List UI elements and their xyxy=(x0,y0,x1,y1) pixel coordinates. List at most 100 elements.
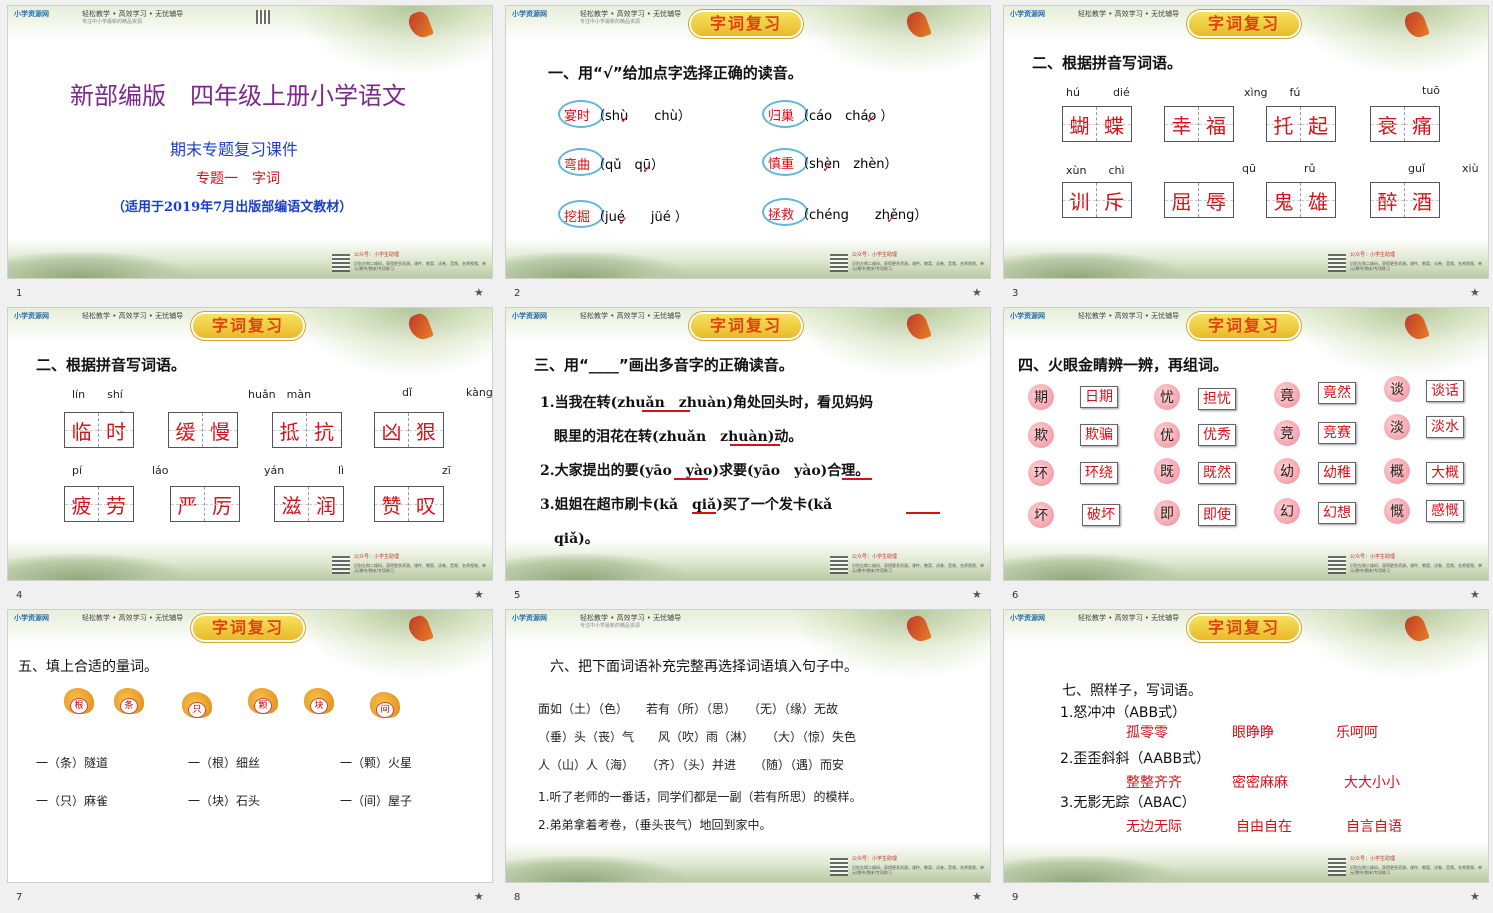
check-icon: ✓ xyxy=(618,214,629,228)
answer-cell: 狠 xyxy=(409,413,443,447)
measure-answer: 一（间）屋子 xyxy=(340,794,413,808)
word-box: 欺骗 xyxy=(1080,424,1118,446)
answer-cell: 慢 xyxy=(203,413,237,447)
char-ball: 忧 xyxy=(1154,384,1180,410)
footer-public-account: 公众号：小学生助理 xyxy=(354,252,400,258)
measure-tag: 块 xyxy=(310,698,328,714)
star-icon[interactable]: ★ xyxy=(474,890,484,903)
question-heading: 七、照样子，写词语。 xyxy=(1062,683,1202,699)
landscape-decoration xyxy=(506,252,686,278)
landscape-decoration xyxy=(1004,554,1184,580)
site-logo: 小学资源网 xyxy=(14,614,49,622)
word-box: 竞赛 xyxy=(1318,422,1356,444)
section-banner: 字词复习 xyxy=(193,314,303,338)
header-slogan: 轻松教学 • 高效学习 • 无忧辅导 xyxy=(1078,10,1180,18)
check-icon: ✓ xyxy=(620,112,631,126)
slide-number: 9 xyxy=(1012,892,1019,903)
bird-icon: 颗 xyxy=(248,688,278,714)
answer-cell: 临 xyxy=(65,413,99,447)
pinyin: xiù xyxy=(1462,162,1479,175)
tree-decoration xyxy=(1288,610,1488,680)
char-ball: 幻 xyxy=(1274,498,1300,524)
site-logo: 小学资源网 xyxy=(512,10,547,18)
pinyin: tuō xyxy=(1422,84,1441,97)
pinyin: xùn chì xyxy=(1066,164,1125,177)
header-sub: 专注中小学最新的精品资源 xyxy=(580,623,641,629)
star-icon[interactable]: ★ xyxy=(972,890,982,903)
star-icon[interactable]: ★ xyxy=(972,588,982,601)
word-grid: 鬼雄 xyxy=(1266,182,1336,218)
star-icon[interactable]: ★ xyxy=(474,588,484,601)
answer-cell: 抵 xyxy=(273,413,307,447)
slide-footer: 公众号：小学生助理 识别左侧二维码，获得更多资源。课件、教案、试卷、音频、名师视频… xyxy=(8,238,492,278)
footer-public-account: 公众号：小学生助理 xyxy=(354,554,400,560)
footer-desc: 识别左侧二维码，获得更多资源。课件、教案、试卷、音频、名师视频、单元/期中/期末… xyxy=(1350,261,1482,272)
qr-icon xyxy=(332,254,350,272)
site-logo: 小学资源网 xyxy=(1010,614,1045,622)
footer-desc: 识别左侧二维码，获得更多资源。课件、教案、试卷、音频、名师视频、单元/期中/期末… xyxy=(852,563,984,574)
pinyin: zī xyxy=(442,464,451,477)
pattern-answer: 乐呵呵 xyxy=(1336,725,1378,741)
site-logo: 小学资源网 xyxy=(1010,10,1045,18)
word: 宴时 xyxy=(564,109,591,124)
word-grid: 疲劳 xyxy=(64,486,134,522)
footer-public-account: 公众号：小学生助理 xyxy=(852,252,898,258)
slide-canvas: 小学资源网 轻松教学 • 高效学习 • 无忧辅导 字词复习 公众号：小学生助理识… xyxy=(1004,6,1488,278)
star-icon[interactable]: ★ xyxy=(972,286,982,299)
word-box: 竟然 xyxy=(1318,382,1356,404)
pattern-answer: 孤零零 xyxy=(1126,725,1168,741)
qr-icon xyxy=(830,556,848,574)
word-grid: 临时 xyxy=(64,412,134,448)
slide-canvas: 小学资源网 轻松教学 • 高效学习 • 无忧辅导 专注中小学最新的精品资源 公众… xyxy=(8,6,492,278)
landscape-decoration xyxy=(1004,856,1184,882)
pinyin: rǔ xyxy=(1304,162,1316,175)
footer-public-account: 公众号：小学生助理 xyxy=(852,856,898,862)
site-logo: 小学资源网 xyxy=(14,10,49,18)
word: 拯救 xyxy=(768,208,795,223)
word: 弯曲 xyxy=(564,158,591,173)
star-icon[interactable]: ★ xyxy=(1470,588,1480,601)
landscape-decoration xyxy=(506,554,686,580)
pinyin: láo xyxy=(152,464,169,477)
word-grid: 醉酒 xyxy=(1370,182,1440,218)
star-icon[interactable]: ★ xyxy=(1470,286,1480,299)
answer-cell: 凶 xyxy=(375,413,409,447)
word-box: 幻想 xyxy=(1318,502,1356,524)
site-logo: 小学资源网 xyxy=(512,614,547,622)
answer-cell: 缓 xyxy=(169,413,203,447)
slide-footer: 公众号：小学生助理 识别左侧二维码，获得更多资源。课件、教案、试卷、音频、名师视频… xyxy=(506,842,990,882)
section-banner: 字词复习 xyxy=(193,616,303,640)
char-ball: 坏 xyxy=(1028,502,1054,528)
slide-topic: 专题一 字词 xyxy=(196,171,280,187)
tree-decoration xyxy=(292,610,492,680)
tree-decoration xyxy=(790,308,990,378)
slide-footer: 公众号：小学生助理 识别左侧二维码，获得更多资源。课件、教案、试卷、音频、名师视频… xyxy=(1004,540,1488,580)
pinyin: hú dié xyxy=(1066,86,1130,99)
pattern-answer: 大大小小 xyxy=(1344,775,1400,791)
answer-cell: 时 xyxy=(99,413,133,447)
pattern-answer: 整整齐齐 xyxy=(1126,775,1182,791)
sentence-line: 3.姐姐在超市刷卡(kǎ qiǎ)买了一个发卡(kǎ xyxy=(540,497,833,513)
slide-title: 新部编版 四年级上册小学语文 xyxy=(70,82,406,110)
pattern-answer: 自由自在 xyxy=(1236,819,1292,835)
sentence-line: 1.当我在转(zhuǎn zhuàn)角处回头时，看见妈妈 xyxy=(540,395,873,411)
check-icon: ✓ xyxy=(822,161,833,175)
tree-decoration xyxy=(292,308,492,378)
word-box: 环绕 xyxy=(1080,462,1118,484)
bird-icon: 间 xyxy=(370,692,400,718)
measure-tag: 颗 xyxy=(254,698,272,714)
word-box: 即使 xyxy=(1198,504,1236,526)
bird-icon: 条 xyxy=(114,688,144,714)
star-icon[interactable]: ★ xyxy=(1470,890,1480,903)
word-grid: 滋润 xyxy=(274,486,344,522)
word-grid: 训斥 xyxy=(1062,182,1132,218)
qr-icon xyxy=(332,556,350,574)
answer-cell: 滋 xyxy=(275,487,309,521)
idiom-line: （垂）头（丧）气 风（吹）雨（淋） （大）（惊）失色 xyxy=(538,730,857,744)
word: 挖掘 xyxy=(564,210,591,225)
qr-icon xyxy=(1328,254,1346,272)
pinyin: guǐ xyxy=(1408,162,1426,175)
header-slogan: 轻松教学 • 高效学习 • 无忧辅导 xyxy=(1078,312,1180,320)
star-icon[interactable]: ★ xyxy=(474,286,484,299)
word: 归巢 xyxy=(768,109,795,124)
